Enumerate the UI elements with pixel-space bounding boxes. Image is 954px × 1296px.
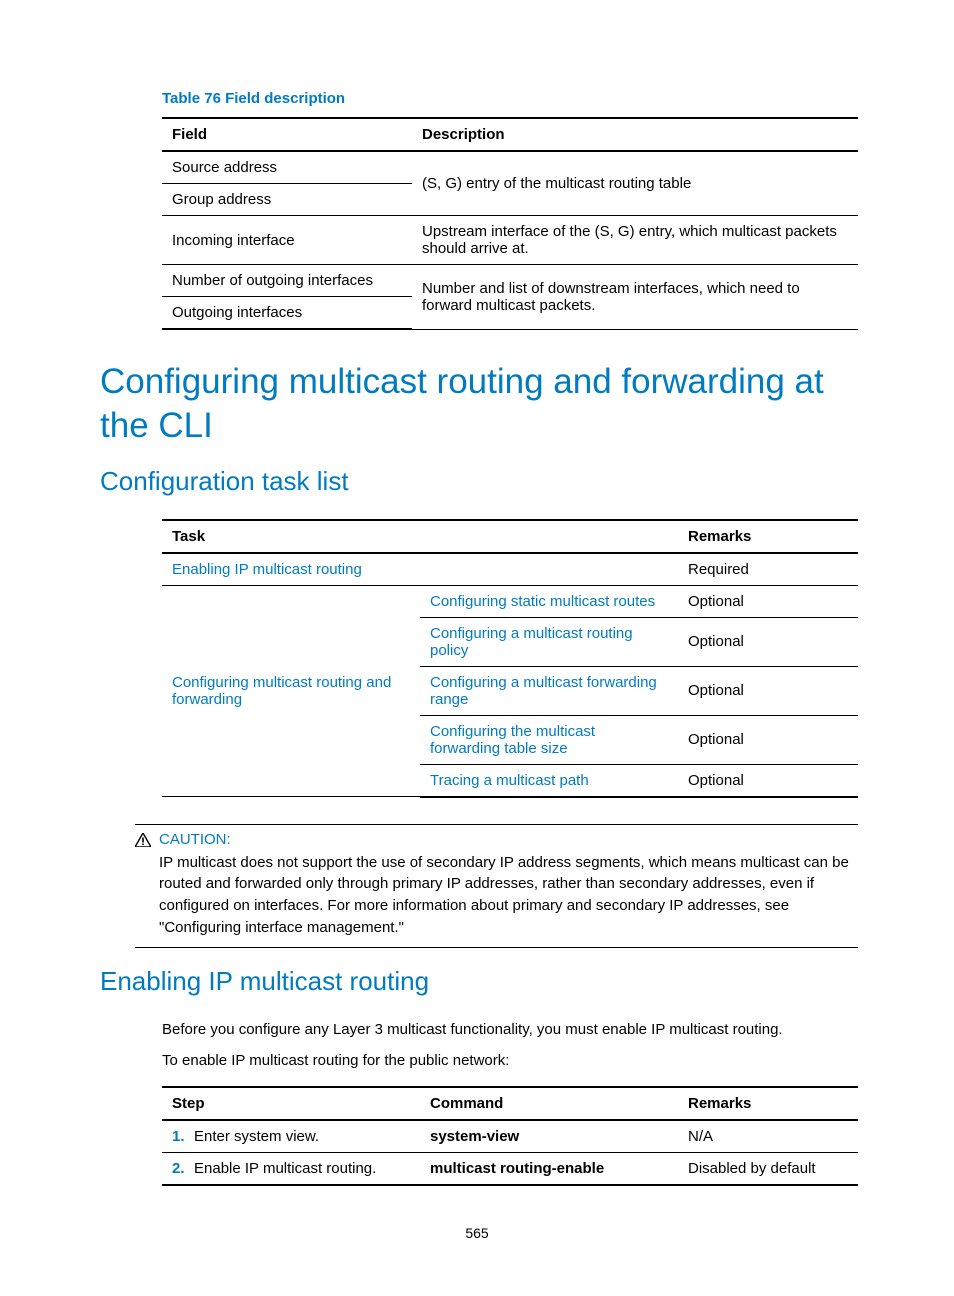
task-header-row: Task Remarks [162, 520, 858, 553]
remarks-cell: N/A [678, 1120, 858, 1153]
col-header-remarks: Remarks [678, 520, 858, 553]
remarks-cell: Disabled by default [678, 1153, 858, 1186]
cell-description: Number and list of downstream interfaces… [412, 265, 858, 330]
document-page: Table 76 Field description Field Descrip… [0, 0, 954, 1296]
step-text: Enter system view. [194, 1128, 319, 1145]
command-text: multicast routing-enable [430, 1160, 604, 1177]
cell-description: Upstream interface of the (S, G) entry, … [412, 216, 858, 265]
body-paragraph: Before you configure any Layer 3 multica… [162, 1019, 858, 1041]
subtask-link-cell: Tracing a multicast path [420, 764, 678, 797]
subtask-link-cell: Configuring a multicast routing policy [420, 617, 678, 666]
cell-field: Group address [162, 184, 412, 216]
step-cell: 1.Enter system view. [162, 1120, 420, 1153]
col-header-remarks: Remarks [678, 1087, 858, 1120]
body-paragraph: To enable IP multicast routing for the p… [162, 1050, 858, 1072]
command-cell: system-view [420, 1120, 678, 1153]
subtask-link-cell: Configuring a multicast forwarding range [420, 666, 678, 715]
table-row: Configuring multicast routing and forwar… [162, 585, 858, 617]
table-row: 2.Enable IP multicast routing. multicast… [162, 1153, 858, 1186]
link-tracing-path[interactable]: Tracing a multicast path [430, 772, 589, 789]
task-link-cell: Enabling IP multicast routing [162, 553, 678, 586]
table-76: Field Description Source address (S, G) … [162, 117, 858, 330]
step-text: Enable IP multicast routing. [194, 1160, 376, 1177]
heading-2-config-task-list: Configuration task list [100, 466, 854, 497]
steps-header-row: Step Command Remarks [162, 1087, 858, 1120]
cell-field: Outgoing interfaces [162, 297, 412, 330]
remarks-cell: Optional [678, 666, 858, 715]
cell-field: Incoming interface [162, 216, 412, 265]
col-header-description: Description [412, 118, 858, 151]
remarks-cell: Required [678, 553, 858, 586]
warning-triangle-icon [135, 831, 159, 853]
subtask-link-cell: Configuring static multicast routes [420, 585, 678, 617]
table-row: Enabling IP multicast routing Required [162, 553, 858, 586]
col-header-task: Task [162, 520, 678, 553]
step-number: 1. [172, 1128, 194, 1145]
task-list-table: Task Remarks Enabling IP multicast routi… [162, 519, 858, 798]
link-forwarding-range[interactable]: Configuring a multicast forwarding range [430, 674, 657, 708]
caution-block: CAUTION: IP multicast does not support t… [135, 824, 858, 948]
table-row: Number of outgoing interfaces Number and… [162, 265, 858, 297]
heading-2-enable-multicast: Enabling IP multicast routing [100, 966, 854, 997]
table-76-header-row: Field Description [162, 118, 858, 151]
col-header-command: Command [420, 1087, 678, 1120]
cell-description: (S, G) entry of the multicast routing ta… [412, 151, 858, 216]
table-row: 1.Enter system view. system-view N/A [162, 1120, 858, 1153]
step-number: 2. [172, 1160, 194, 1177]
table-row: Source address (S, G) entry of the multi… [162, 151, 858, 184]
table-76-caption: Table 76 Field description [162, 90, 854, 107]
col-header-step: Step [162, 1087, 420, 1120]
step-cell: 2.Enable IP multicast routing. [162, 1153, 420, 1186]
subtask-link-cell: Configuring the multicast forwarding tab… [420, 715, 678, 764]
task-group-cell: Configuring multicast routing and forwar… [162, 585, 420, 797]
caution-label: CAUTION: [159, 831, 858, 848]
steps-table: Step Command Remarks 1.Enter system view… [162, 1086, 858, 1186]
link-config-multicast-routing-forwarding[interactable]: Configuring multicast routing and forwar… [172, 674, 391, 708]
remarks-cell: Optional [678, 617, 858, 666]
col-header-field: Field [162, 118, 412, 151]
link-routing-policy[interactable]: Configuring a multicast routing policy [430, 625, 633, 659]
cell-field: Source address [162, 151, 412, 184]
link-forwarding-table-size[interactable]: Configuring the multicast forwarding tab… [430, 723, 595, 757]
table-row: Incoming interface Upstream interface of… [162, 216, 858, 265]
remarks-cell: Optional [678, 715, 858, 764]
remarks-cell: Optional [678, 764, 858, 797]
command-text: system-view [430, 1128, 519, 1145]
remarks-cell: Optional [678, 585, 858, 617]
command-cell: multicast routing-enable [420, 1153, 678, 1186]
cell-field: Number of outgoing interfaces [162, 265, 412, 297]
heading-1: Configuring multicast routing and forwar… [100, 360, 854, 448]
link-static-routes[interactable]: Configuring static multicast routes [430, 593, 655, 610]
link-enable-ip-multicast[interactable]: Enabling IP multicast routing [172, 561, 362, 578]
caution-text: IP multicast does not support the use of… [159, 852, 858, 939]
page-number: 565 [0, 1225, 954, 1241]
